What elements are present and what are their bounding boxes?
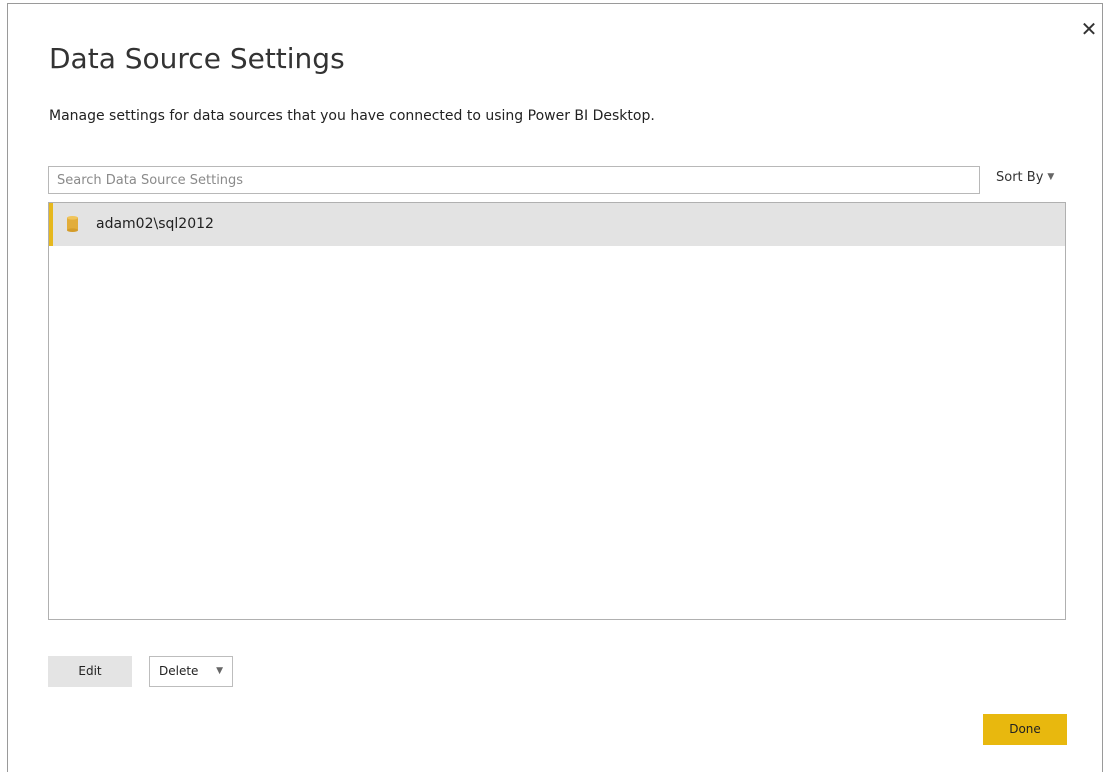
data-source-settings-dialog: ✕ Data Source Settings Manage settings f… <box>7 3 1103 772</box>
close-icon[interactable]: ✕ <box>1081 17 1098 41</box>
close-button[interactable]: ✕ <box>1078 18 1100 40</box>
delete-button[interactable]: Delete ▼ <box>149 656 233 687</box>
data-source-list: adam02\sql2012 <box>48 202 1066 620</box>
sort-by-dropdown[interactable]: Sort By ▼ <box>996 170 1054 185</box>
chevron-down-icon: ▼ <box>1047 172 1055 182</box>
edit-button[interactable]: Edit <box>48 656 132 687</box>
list-item-label: adam02\sql2012 <box>96 216 214 232</box>
database-icon <box>67 216 78 232</box>
done-button[interactable]: Done <box>983 714 1067 745</box>
sort-by-label: Sort By <box>996 170 1044 185</box>
list-item[interactable]: adam02\sql2012 <box>49 203 1065 246</box>
delete-button-label: Delete <box>159 664 199 678</box>
chevron-down-icon: ▼ <box>216 666 223 676</box>
search-input[interactable] <box>48 166 980 194</box>
dialog-description: Manage settings for data sources that yo… <box>49 108 655 124</box>
dialog-title: Data Source Settings <box>49 42 345 75</box>
